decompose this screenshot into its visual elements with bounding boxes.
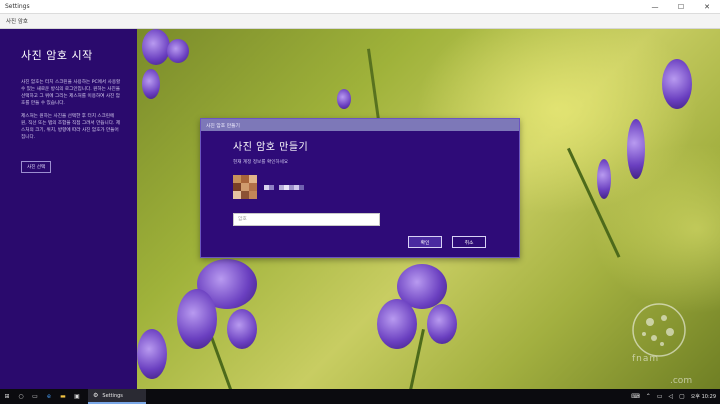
photo-flower [142,69,160,99]
panel-heading: 사진 암호 시작 [21,49,93,62]
volume-icon[interactable]: ◁ [669,393,674,400]
photo-flower [662,59,692,109]
panel-paragraph-2: 제스처는 원하는 사진을 선택한 후 터치 스크린에 원, 직선 또는 탭의 조… [21,114,121,140]
panel-paragraph-1: 사진 암호는 터치 스크린을 사용하는 PC에서 사용할 수 있는 새로운 방식… [21,80,121,106]
photo-flower [177,289,217,349]
clock[interactable]: 오후 10:29 [691,393,716,400]
dialog-body: 사진 암호 만들기 현재 계정 정보를 확인하세요 [201,131,519,226]
choose-picture-button[interactable]: 사진 선택 [21,161,52,173]
photo-flower [227,309,257,349]
start-icon[interactable]: ⊞ [0,389,14,404]
photo-flower [627,119,645,179]
store-icon[interactable]: ▣ [70,389,84,404]
dialog-heading: 사진 암호 만들기 [233,142,309,153]
task-view-icon[interactable]: ▭ [28,389,42,404]
cancel-button[interactable]: 취소 [452,236,486,248]
app-header: 사진 암호 [0,14,720,29]
photo-flower [137,329,167,379]
search-icon[interactable]: ○ [14,389,28,404]
edge-icon[interactable]: e [42,389,56,404]
notification-icon[interactable]: ▢ [679,393,685,400]
create-picture-password-dialog: 사진 암호 만들기 사진 암호 만들기 현재 계정 정보를 확인하세요 확인 취… [200,118,520,258]
minimize-button[interactable]: — [642,0,668,14]
gear-icon: ⚙ [93,392,99,399]
close-button[interactable]: ✕ [694,0,720,14]
chevron-up-icon[interactable]: ⌃ [646,393,651,400]
photo-flower [377,299,417,349]
dialog-buttons: 확인 취소 [408,236,486,248]
photo-flower [337,89,351,109]
taskbar-app-label: Settings [102,392,123,399]
account-row [233,175,519,199]
taskbar-app-settings[interactable]: ⚙ Settings [88,389,146,404]
window-titlebar: Settings — ☐ ✕ [0,0,720,14]
photo-stem [567,147,621,258]
photo-flower [142,29,170,65]
avatar [233,175,257,199]
password-input[interactable] [233,213,380,226]
photo-flower [427,304,457,344]
info-panel: 사진 암호 시작 사진 암호는 터치 스크린을 사용하는 PC에서 사용할 수 … [0,29,137,389]
system-tray: ⌨ ⌃ ▭ ◁ ▢ 오후 10:29 [631,389,716,404]
dialog-titlebar: 사진 암호 만들기 [201,119,519,131]
ok-button[interactable]: 확인 [408,236,442,248]
dialog-title: 사진 암호 만들기 [206,123,240,129]
window-title: Settings [5,3,30,10]
keyboard-icon[interactable]: ⌨ [631,393,640,400]
maximize-button[interactable]: ☐ [668,0,694,14]
taskbar: ⊞ ○ ▭ e ▬ ▣ ⚙ Settings ⌨ ⌃ ▭ ◁ ▢ 오후 10:2… [0,389,720,404]
photo-flower [597,159,611,199]
dialog-instruction: 현재 계정 정보를 확인하세요 [233,160,289,165]
network-icon[interactable]: ▭ [657,393,663,400]
window-controls: — ☐ ✕ [642,0,720,14]
photo-flower [167,39,189,63]
app-subtitle: 사진 암호 [6,19,28,25]
account-name-pixelated [264,184,304,190]
file-explorer-icon[interactable]: ▬ [56,389,70,404]
